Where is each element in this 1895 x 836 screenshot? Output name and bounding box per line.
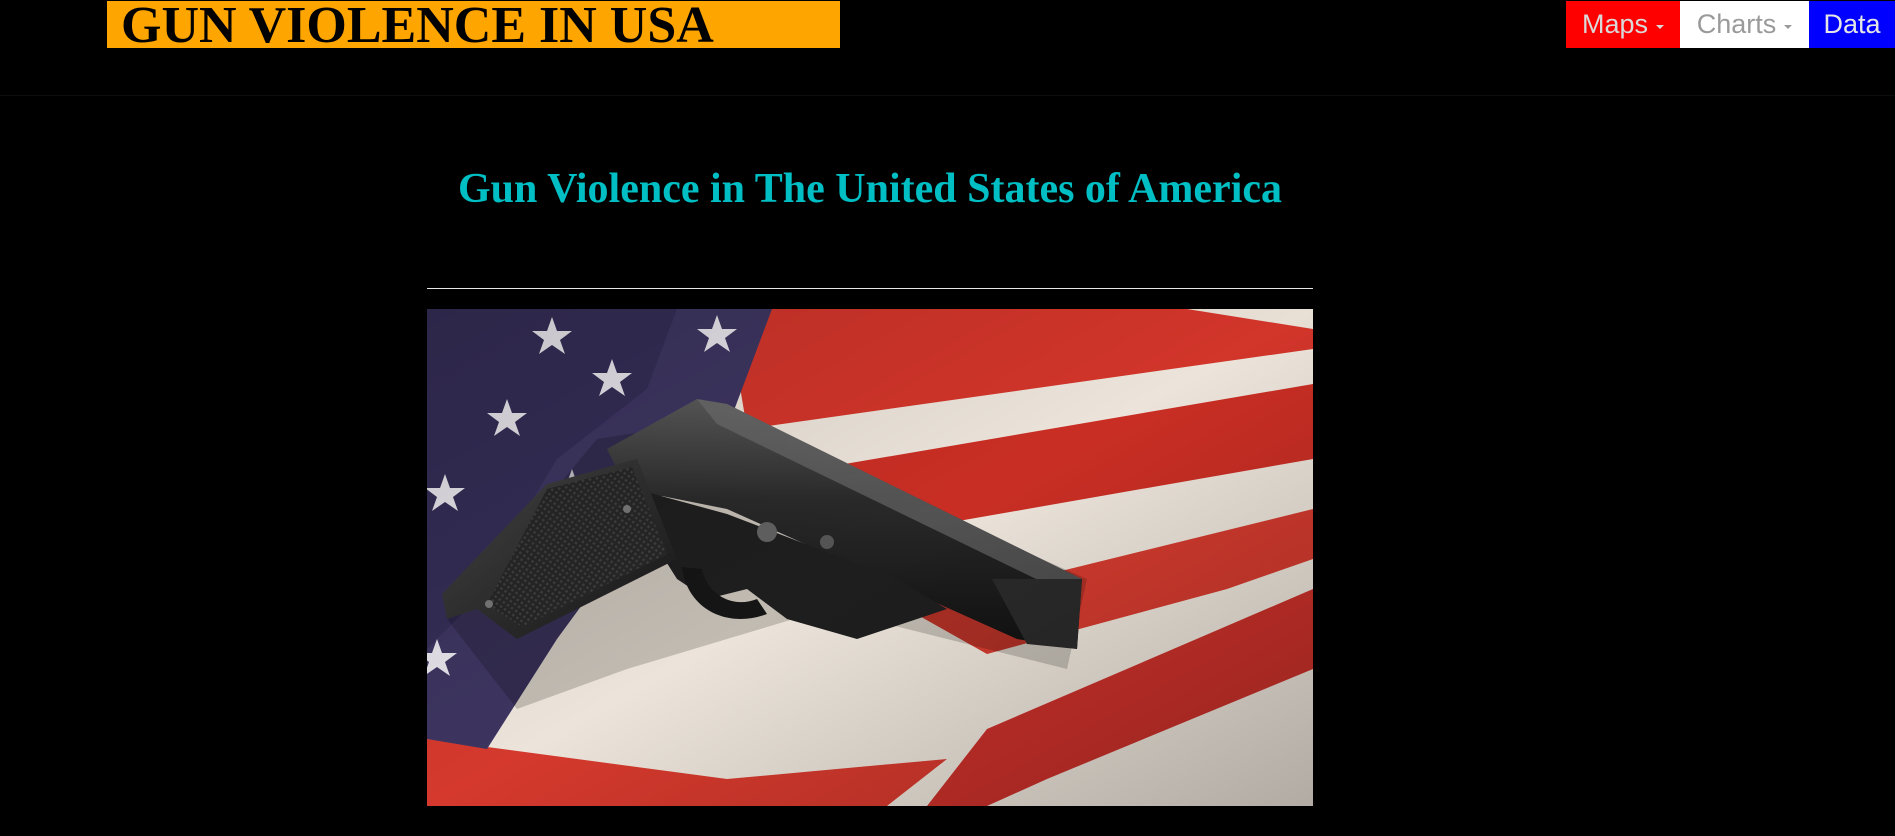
main-nav: Maps Charts Data [1566, 1, 1895, 48]
page-bottom [0, 810, 1895, 836]
nav-maps-dropdown[interactable]: Maps [1566, 1, 1680, 48]
caret-down-icon [1656, 24, 1665, 29]
page-title: Gun Violence in The United States of Ame… [457, 166, 1283, 212]
caret-down-icon [1784, 24, 1793, 29]
nav-charts-label: Charts [1696, 9, 1777, 39]
hero-image [427, 309, 1313, 806]
brand-title[interactable]: GUN VIOLENCE IN USA [107, 1, 840, 48]
nav-maps-label: Maps [1581, 9, 1649, 39]
nav-data-label: Data [1823, 9, 1881, 39]
nav-charts-dropdown[interactable]: Charts [1680, 1, 1809, 48]
title-divider [427, 288, 1313, 289]
top-navbar: GUN VIOLENCE IN USA Maps Charts Data [0, 0, 1895, 96]
nav-data-link[interactable]: Data [1809, 1, 1895, 48]
